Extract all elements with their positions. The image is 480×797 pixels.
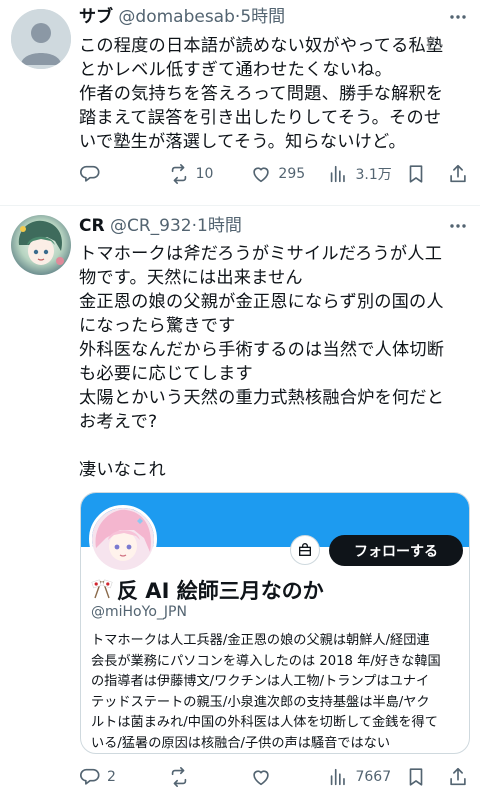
tweet-header: サブ @domabesab·5時間 (79, 5, 470, 29)
reply-icon (80, 165, 100, 182)
profile-avatar (89, 505, 157, 573)
retweet-icon (171, 767, 186, 787)
views-icon (331, 768, 346, 786)
more-horizontal-icon[interactable] (446, 5, 470, 29)
views-icon (331, 165, 346, 183)
bookmark-button[interactable] (405, 163, 447, 185)
views-button[interactable]: 3.1万 (327, 163, 404, 185)
like-button[interactable]: 295 (250, 163, 327, 185)
retweet-count: 10 (195, 166, 214, 182)
reply-icon (80, 768, 100, 785)
bookmark-icon (409, 165, 422, 183)
profile-bio: トマホークは人工兵器/金正恩の娘の父親は朝鮮人/経団連 会長が業務にパソコンを導… (91, 633, 441, 751)
follow-button[interactable]: フォローする (329, 535, 463, 566)
avatar-default[interactable] (11, 9, 71, 69)
views-button[interactable]: 7667 (327, 766, 404, 788)
tweet-text: トマホークは斧だろうがミサイルだろうが人工 物です。天然には出来ません 金正恩の… (79, 244, 445, 480)
bookmark-button[interactable] (405, 766, 447, 788)
crossed-flags-icon (91, 579, 113, 599)
reply-button[interactable]: 2 (79, 766, 168, 788)
views-count: 3.1万 (355, 167, 392, 183)
retweet-button[interactable] (168, 766, 251, 788)
share-button[interactable] (447, 163, 470, 185)
heart-icon (253, 167, 270, 183)
share-icon (450, 164, 466, 183)
shopping-bag-button[interactable] (290, 535, 320, 565)
profile-name: 反 AI 絵師三月なのか (91, 577, 324, 605)
share-icon (450, 767, 466, 786)
like-button[interactable] (250, 766, 327, 788)
tweet-actions: 2 7667 (79, 762, 470, 792)
tweet-header: CR @CR_932·1時間 (79, 214, 470, 238)
bookmark-icon (409, 768, 422, 786)
embedded-profile-card[interactable]: フォローする 反 AI 絵師三月なのか @miHoYo_JPN トマホークは人工… (80, 492, 470, 754)
views-count: 7667 (355, 769, 392, 785)
avatar-anime-character[interactable] (11, 215, 71, 275)
profile-handle: @miHoYo_JPN (91, 604, 187, 620)
retweet-button[interactable]: 10 (168, 163, 251, 185)
anime-profile-image (92, 508, 154, 570)
tweet[interactable]: サブ @domabesab·5時間 この程度の日本語が読めない奴がやってる私塾 … (0, 0, 480, 205)
share-button[interactable] (447, 766, 470, 788)
more-horizontal-icon[interactable] (446, 214, 470, 238)
reply-button[interactable] (79, 163, 168, 185)
reply-count: 2 (107, 769, 116, 785)
display-name[interactable]: CR (79, 216, 105, 236)
default-avatar-icon (11, 9, 71, 69)
user-handle[interactable]: @CR_932 (110, 216, 192, 236)
shopping-bag-icon (299, 543, 311, 556)
heart-icon (253, 770, 270, 786)
tweet-text: この程度の日本語が読めない奴がやってる私塾 とかレベル低すぎて通わせたくないね。… (79, 36, 444, 152)
anime-avatar-image (11, 215, 71, 275)
profile-name-text: 反 AI 絵師三月なのか (117, 579, 324, 603)
timestamp[interactable]: 1時間 (197, 216, 242, 236)
retweet-icon (171, 164, 186, 184)
timestamp[interactable]: 5時間 (240, 7, 285, 27)
user-handle[interactable]: @domabesab (118, 7, 235, 27)
like-count: 295 (278, 166, 306, 182)
display-name[interactable]: サブ (79, 7, 113, 27)
tweet-actions: 10 295 3.1万 (79, 159, 470, 189)
